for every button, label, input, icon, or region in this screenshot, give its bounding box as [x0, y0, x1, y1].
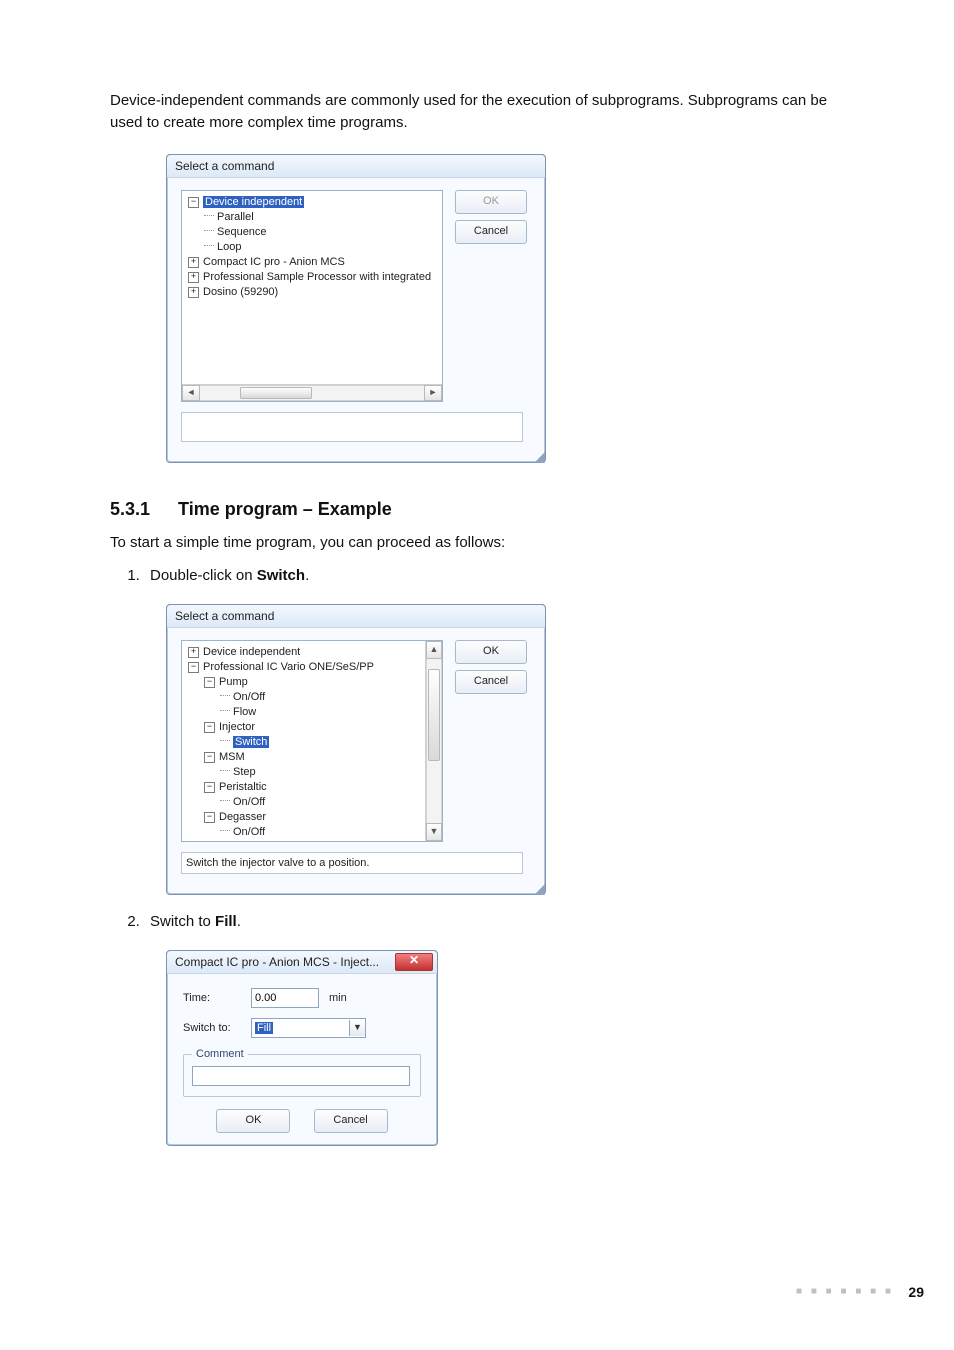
time-input[interactable]: [251, 988, 319, 1008]
cancel-button[interactable]: Cancel: [455, 220, 527, 244]
horizontal-scrollbar[interactable]: ◄ ►: [182, 384, 442, 401]
page-number: 29: [908, 1284, 924, 1300]
tree-node[interactable]: Peristaltic: [219, 781, 267, 793]
resize-grip-icon[interactable]: ◢: [167, 452, 545, 462]
tree-node[interactable]: Loop: [217, 241, 241, 253]
cancel-button[interactable]: Cancel: [314, 1109, 388, 1133]
tree-node[interactable]: Compact IC pro - Anion MCS: [203, 256, 345, 268]
tree-node[interactable]: Flow: [233, 706, 256, 718]
collapse-icon[interactable]: [204, 752, 215, 763]
dialog-title: Compact IC pro - Anion MCS - Inject...: [175, 951, 379, 973]
hint-box: [181, 412, 523, 442]
ok-button[interactable]: OK: [216, 1109, 290, 1133]
cancel-button[interactable]: Cancel: [455, 670, 527, 694]
scroll-thumb[interactable]: [428, 669, 440, 761]
collapse-icon[interactable]: [204, 722, 215, 733]
vertical-scrollbar[interactable]: ▲ ▼: [425, 641, 442, 841]
command-tree[interactable]: Device independent Professional IC Vario…: [181, 640, 443, 842]
tree-node[interactable]: Device independent: [203, 646, 300, 658]
tree-node[interactable]: Degasser: [219, 811, 266, 823]
command-tree[interactable]: Device independent Parallel Sequence Loo…: [181, 190, 443, 402]
switch-to-select[interactable]: Fill ▼: [251, 1018, 366, 1038]
step-2: Switch to Fill.: [144, 913, 844, 930]
tree-node[interactable]: Professional Sample Processor with integ…: [203, 271, 431, 283]
collapse-icon[interactable]: [188, 197, 199, 208]
scroll-left-icon[interactable]: ◄: [182, 385, 200, 401]
scroll-right-icon[interactable]: ►: [424, 385, 442, 401]
tree-node[interactable]: Step: [233, 766, 256, 778]
tree-node[interactable]: On/Off: [233, 796, 265, 808]
footer-dots: ■ ■ ■ ■ ■ ■ ■: [796, 1286, 894, 1297]
ok-button[interactable]: OK: [455, 190, 527, 214]
collapse-icon[interactable]: [204, 812, 215, 823]
ok-button[interactable]: OK: [455, 640, 527, 664]
expand-icon[interactable]: [188, 647, 199, 658]
section-heading: 5.3.1 Time program – Example: [110, 499, 844, 520]
hint-box: Switch the injector valve to a position.: [181, 852, 523, 874]
scroll-thumb[interactable]: [240, 387, 312, 399]
tree-node[interactable]: On/Off: [233, 691, 265, 703]
dialog-title: Select a command: [167, 155, 545, 178]
tree-node[interactable]: MCS: [219, 841, 243, 842]
collapse-icon[interactable]: [188, 662, 199, 673]
switch-to-label: Switch to:: [183, 1022, 241, 1034]
resize-grip-icon[interactable]: ◢: [167, 884, 545, 894]
step-1: Double-click on Switch.: [144, 567, 844, 584]
select-command-dialog-1: Select a command Device independent Para…: [166, 154, 546, 463]
dialog-title: Select a command: [167, 605, 545, 628]
scroll-up-icon[interactable]: ▲: [426, 641, 442, 659]
expand-icon[interactable]: [188, 287, 199, 298]
select-command-dialog-2: Select a command Device independent Prof…: [166, 604, 546, 895]
heading-number: 5.3.1: [110, 499, 150, 520]
comment-input[interactable]: [192, 1066, 410, 1086]
tree-node[interactable]: Parallel: [217, 211, 254, 223]
comment-legend: Comment: [192, 1048, 248, 1060]
collapse-icon[interactable]: [204, 677, 215, 688]
expand-icon[interactable]: [188, 272, 199, 283]
tree-node[interactable]: Professional IC Vario ONE/SeS/PP: [203, 661, 374, 673]
tree-node[interactable]: Pump: [219, 676, 248, 688]
time-unit: min: [329, 992, 347, 1004]
subparagraph: To start a simple time program, you can …: [110, 532, 844, 554]
collapse-icon[interactable]: [204, 782, 215, 793]
chevron-down-icon[interactable]: ▼: [349, 1020, 365, 1036]
tree-node[interactable]: Sequence: [217, 226, 267, 238]
comment-group: Comment: [183, 1048, 421, 1097]
time-label: Time:: [183, 992, 241, 1004]
heading-text: Time program – Example: [178, 499, 392, 519]
tree-node[interactable]: Injector: [219, 721, 255, 733]
tree-node[interactable]: Dosino (59290): [203, 286, 278, 298]
switch-parameter-dialog: Compact IC pro - Anion MCS - Inject... ✕…: [166, 950, 438, 1146]
tree-node[interactable]: On/Off: [233, 826, 265, 838]
tree-node[interactable]: MSM: [219, 751, 245, 763]
intro-paragraph: Device-independent commands are commonly…: [110, 90, 844, 134]
tree-node-selected[interactable]: Device independent: [203, 196, 304, 208]
tree-node-selected[interactable]: Switch: [233, 736, 269, 748]
close-button[interactable]: ✕: [395, 953, 433, 971]
select-value: Fill: [255, 1022, 273, 1034]
expand-icon[interactable]: [188, 257, 199, 268]
scroll-down-icon[interactable]: ▼: [426, 823, 442, 841]
